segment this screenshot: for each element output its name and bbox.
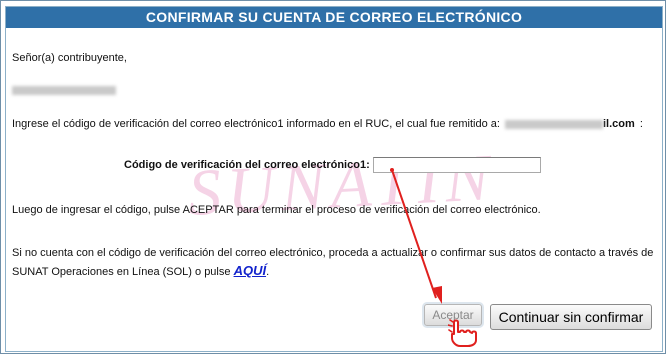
verification-code-input[interactable]: [373, 157, 541, 173]
no-code-period: .: [266, 266, 270, 278]
after-text: Luego de ingresar el código, pulse ACEPT…: [12, 204, 541, 216]
continue-without-confirming-button[interactable]: Continuar sin confirmar: [490, 304, 652, 330]
instructions-text: Ingrese el código de verificación del co…: [12, 118, 500, 130]
no-code-text-line1: Si no cuenta con el código de verificaci…: [12, 247, 654, 259]
pointing-hand-icon: [448, 319, 477, 347]
aqui-link[interactable]: AQUÍ: [234, 263, 267, 278]
no-code-text-line2: SUNAT Operaciones en Línea (SOL) o pulse…: [12, 263, 269, 278]
redacted-email: [504, 119, 603, 129]
redacted-ruc: [12, 84, 116, 96]
instructions-colon: :: [639, 118, 643, 130]
greeting-text: Señor(a) contribuyente,: [12, 52, 127, 64]
code-label: Código de verificación del correo electr…: [124, 159, 370, 171]
email-domain-suffix: il.com: [602, 118, 635, 130]
no-code-text-line2-prefix: SUNAT Operaciones en Línea (SOL) o pulse: [12, 266, 231, 278]
dialog-title: CONFIRMAR SU CUENTA DE CORREO ELECTRÓNIC…: [6, 7, 662, 28]
redacted-ruc-number: [12, 85, 116, 95]
instructions-line: Ingrese el código de verificación del co…: [12, 118, 643, 130]
